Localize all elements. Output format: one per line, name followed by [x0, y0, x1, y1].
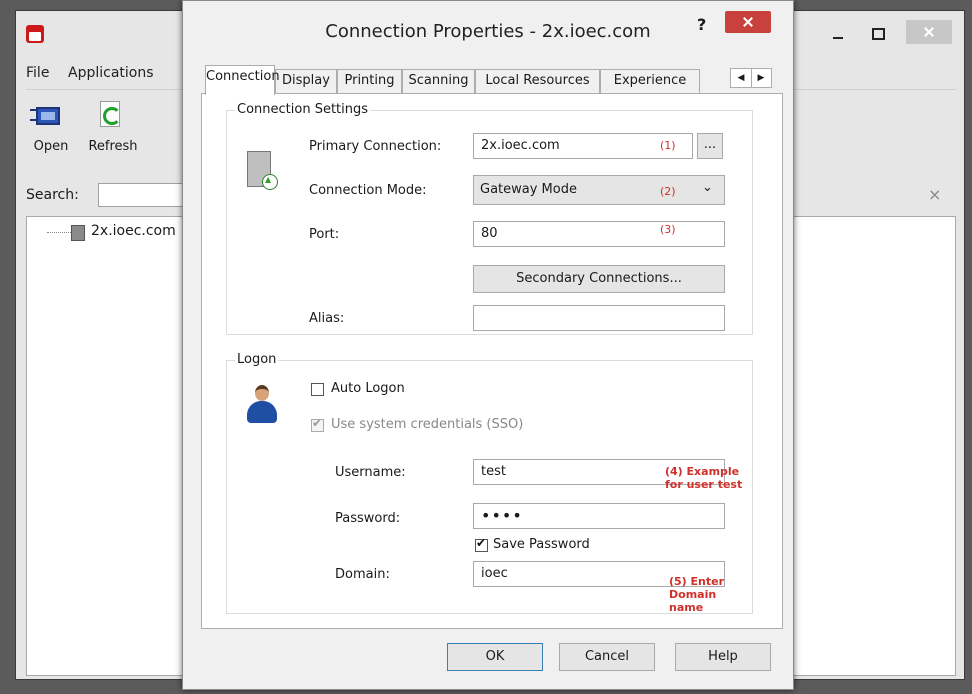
sso-checkbox[interactable]: [311, 416, 324, 432]
dialog-close-icon[interactable]: [725, 11, 771, 33]
refresh-icon: [100, 101, 121, 127]
open-icon: [30, 103, 62, 129]
search-label: Search:: [26, 187, 79, 203]
annotation-4: (4) Example for user test: [665, 465, 743, 491]
domain-value: ioec: [481, 566, 508, 581]
connection-mode-label: Connection Mode:: [309, 183, 427, 198]
tab-local-resources[interactable]: Local Resources: [475, 69, 600, 93]
annotation-1: (1): [660, 139, 676, 152]
tab-experience[interactable]: Experience: [600, 69, 700, 93]
sso-label: Use system credentials (SSO): [331, 417, 524, 432]
tab-strip: Connection Display Printing Scanning Loc…: [205, 65, 777, 95]
tab-scroll-right-icon[interactable]: ▶: [751, 69, 771, 87]
cancel-button[interactable]: Cancel: [559, 643, 655, 671]
annotation-3: (3): [660, 223, 676, 236]
domain-label: Domain:: [335, 567, 390, 582]
secondary-connections-button[interactable]: Secondary Connections...: [473, 265, 725, 293]
primary-connection-input[interactable]: 2x.ioec.com (1): [473, 133, 693, 159]
auto-logon-label: Auto Logon: [331, 381, 405, 396]
server-icon: [71, 225, 85, 241]
menu-file[interactable]: File: [26, 65, 49, 81]
dialog-titlebar: Connection Properties - 2x.ioec.com ?: [183, 1, 793, 59]
logon-title: Logon: [235, 352, 279, 367]
annotation-5: (5) Enter Domain name: [669, 575, 725, 614]
username-label: Username:: [335, 465, 406, 480]
tree-connector: [47, 232, 71, 233]
username-value: test: [481, 464, 506, 479]
browse-button[interactable]: ...: [697, 133, 723, 159]
port-label: Port:: [309, 227, 340, 242]
maximize-icon[interactable]: [868, 25, 888, 43]
port-input[interactable]: 80 (3): [473, 221, 725, 247]
save-password-label: Save Password: [493, 537, 590, 552]
tree-item-2x-ioec[interactable]: 2x.ioec.com: [91, 223, 176, 239]
tab-scroll-left-icon[interactable]: ◀: [731, 69, 752, 87]
logon-group: Logon Auto Logon Use system credentials …: [226, 352, 753, 614]
alias-label: Alias:: [309, 311, 345, 326]
refresh-label: Refresh: [88, 139, 138, 154]
open-button[interactable]: Open: [24, 99, 78, 165]
auto-logon-checkbox[interactable]: [311, 383, 324, 396]
server-icon: [247, 151, 278, 190]
user-icon: [247, 385, 277, 425]
password-value: ••••: [481, 506, 523, 525]
connection-settings-title: Connection Settings: [235, 102, 371, 117]
tab-connection[interactable]: Connection: [205, 65, 280, 95]
tab-printing[interactable]: Printing: [337, 69, 402, 93]
help-icon[interactable]: ?: [697, 15, 706, 34]
connection-tab-panel: Connection Settings Primary Connection: …: [201, 93, 783, 629]
help-button[interactable]: Help: [675, 643, 771, 671]
dialog-footer: OK Cancel Help: [183, 631, 793, 689]
password-label: Password:: [335, 511, 401, 526]
menu-applications[interactable]: Applications: [68, 65, 154, 81]
close-icon[interactable]: [906, 20, 952, 44]
connection-properties-dialog: Connection Properties - 2x.ioec.com ? Co…: [182, 0, 794, 690]
chevron-down-icon: ⌄: [702, 180, 713, 195]
save-password-checkbox[interactable]: [475, 536, 488, 552]
annotation-2: (2): [660, 185, 676, 198]
primary-connection-value: 2x.ioec.com: [481, 138, 560, 153]
refresh-button[interactable]: Refresh: [86, 99, 140, 165]
alias-input[interactable]: [473, 305, 725, 331]
tab-display[interactable]: Display: [275, 69, 337, 93]
primary-connection-label: Primary Connection:: [309, 139, 442, 154]
minimize-icon[interactable]: [828, 25, 848, 43]
connection-mode-value: Gateway Mode: [480, 182, 577, 197]
tab-scanning[interactable]: Scanning: [402, 69, 475, 93]
open-label: Open: [33, 139, 69, 154]
port-value: 80: [481, 226, 498, 241]
ok-button[interactable]: OK: [447, 643, 543, 671]
app-logo-icon: [26, 25, 44, 43]
tab-scroll-buttons: ◀ ▶: [730, 68, 772, 88]
clear-search-icon[interactable]: ×: [928, 185, 941, 204]
password-input[interactable]: ••••: [473, 503, 725, 529]
connection-settings-group: Connection Settings Primary Connection: …: [226, 102, 753, 335]
connection-mode-select[interactable]: Gateway Mode (2) ⌄: [473, 175, 725, 205]
